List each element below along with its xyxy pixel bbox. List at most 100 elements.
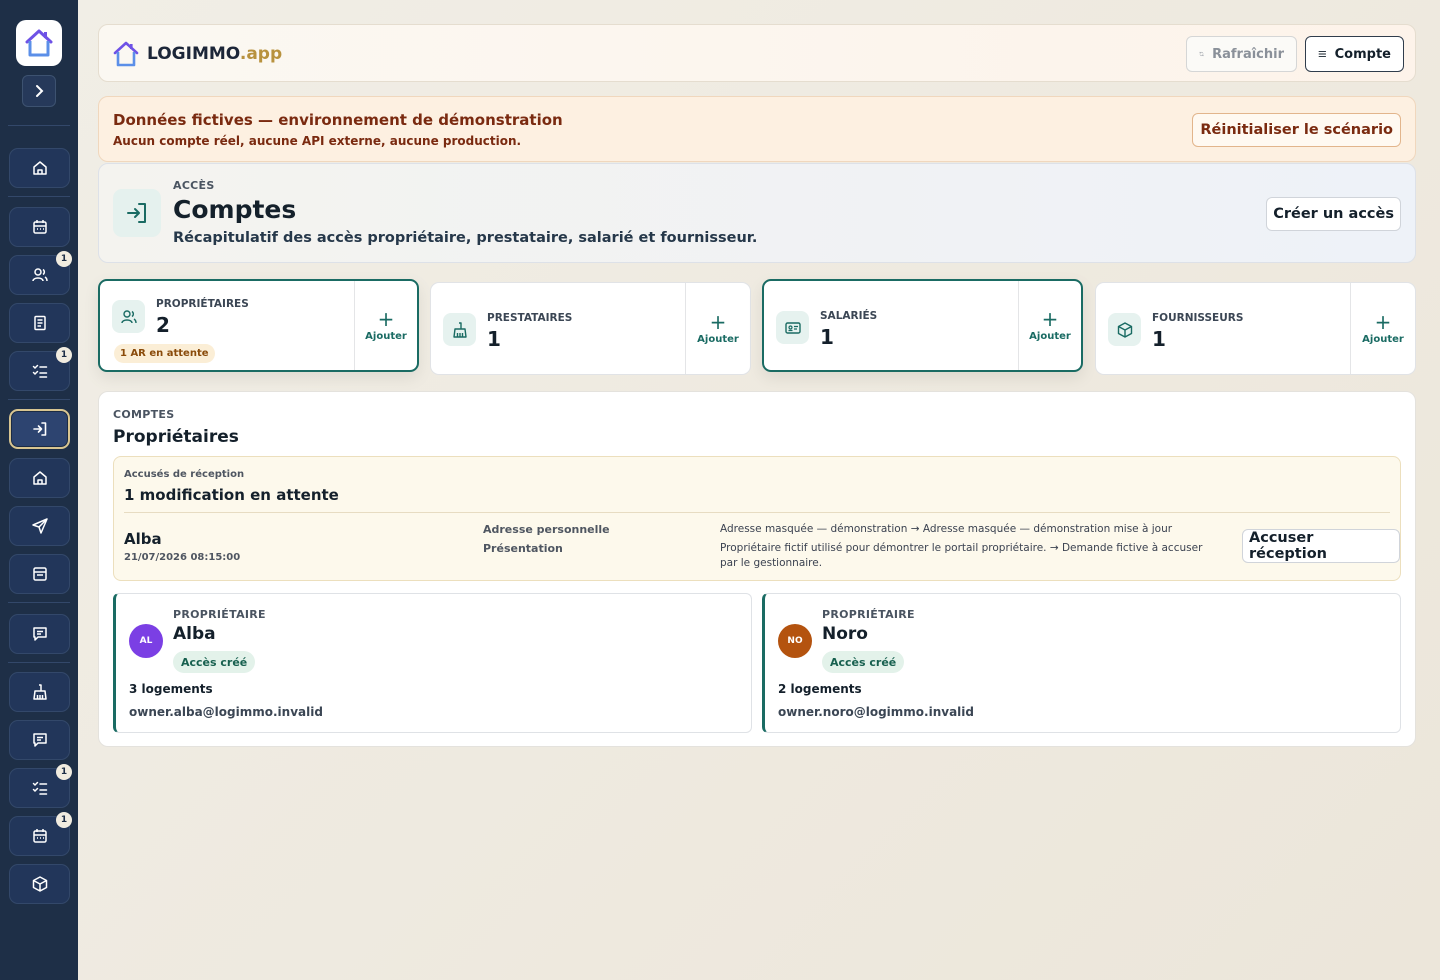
reset-scenario-button[interactable]: Réinitialiser le scénario xyxy=(1192,113,1401,147)
menu-icon xyxy=(1318,51,1327,57)
stat-icon xyxy=(112,300,145,333)
stat-card-employees[interactable]: SALARIÉS 1 + Ajouter xyxy=(762,279,1083,372)
pending-badge: 1 AR en attente xyxy=(114,344,215,363)
box-icon xyxy=(1117,321,1132,338)
sidebar-item-tasks[interactable]: 1 xyxy=(9,347,72,391)
owner-units: 3 logements xyxy=(129,682,213,696)
sidebar-item-planning[interactable]: 1 xyxy=(9,812,72,856)
stat-value: 2 xyxy=(156,313,170,337)
ack-change-text: Propriétaire fictif utilisé pour démontr… xyxy=(720,542,1203,569)
add-label: Ajouter xyxy=(1362,334,1404,345)
owner-role: PROPRIÉTAIRE xyxy=(173,608,266,621)
sidebar-item-cleaning[interactable] xyxy=(9,672,70,712)
section-title: Propriétaires xyxy=(113,427,239,447)
sidebar-expand-button[interactable] xyxy=(22,75,56,107)
brand[interactable]: LOGIMMO.app xyxy=(111,39,282,69)
house-logo-icon xyxy=(25,29,53,57)
login-icon xyxy=(127,203,146,223)
plus-icon: + xyxy=(1374,310,1392,334)
calendar-icon xyxy=(32,829,47,843)
add-owner-button[interactable]: + Ajouter xyxy=(355,281,417,370)
top-bar: LOGIMMO.app Rafraîchir Compte xyxy=(98,24,1416,82)
home-icon xyxy=(32,471,47,485)
sidebar-item-send[interactable] xyxy=(9,506,70,546)
demo-banner-subtitle: Aucun compte réel, aucune API externe, a… xyxy=(113,134,522,148)
stat-label: PRESTATAIRES xyxy=(487,312,573,324)
acknowledge-button[interactable]: Accuser réception xyxy=(1242,529,1400,563)
document-icon xyxy=(33,315,46,331)
sidebar-item-access[interactable] xyxy=(9,409,70,449)
app-logo[interactable] xyxy=(16,20,62,66)
sidebar-item-users[interactable]: 1 xyxy=(9,251,72,295)
stat-card-suppliers[interactable]: FOURNISSEURS 1 + Ajouter xyxy=(1095,282,1416,375)
sidebar-item-calendar[interactable] xyxy=(9,207,70,247)
page-header: ACCÈS Comptes Récapitulatif des accès pr… xyxy=(98,163,1416,263)
ack-owner-name: Alba xyxy=(124,530,162,548)
account-label: Compte xyxy=(1334,46,1391,62)
brand-name: LOGIMMO xyxy=(147,44,240,64)
stat-card-owners[interactable]: PROPRIÉTAIRES 2 1 AR en attente + Ajoute… xyxy=(98,279,419,372)
sidebar-item-suppliers[interactable] xyxy=(9,864,70,904)
sidebar-item-properties[interactable] xyxy=(9,458,70,498)
stat-value: 1 xyxy=(1152,327,1166,351)
message-icon xyxy=(32,627,47,641)
avatar: NO xyxy=(778,624,812,658)
sidebar-divider xyxy=(8,602,70,603)
page-eyebrow: ACCÈS xyxy=(173,179,215,192)
owner-name: Noro xyxy=(822,624,868,644)
demo-banner: Données fictives — environnement de démo… xyxy=(98,96,1416,162)
chevron-right-icon xyxy=(36,85,44,97)
broom-icon xyxy=(32,684,47,700)
refresh-icon xyxy=(1199,51,1204,57)
checklist-icon xyxy=(32,781,47,795)
ack-field-label: Présentation xyxy=(483,542,563,555)
sidebar-item-documents[interactable] xyxy=(9,303,70,343)
stat-value: 1 xyxy=(487,327,501,351)
sidebar-item-checklist[interactable]: 1 xyxy=(9,764,72,808)
sidebar-divider xyxy=(8,196,70,197)
ack-field-label: Adresse personnelle xyxy=(483,523,610,536)
page-icon xyxy=(113,189,161,237)
owner-email: owner.alba@logimmo.invalid xyxy=(129,705,323,719)
sidebar-item-messages[interactable] xyxy=(9,614,70,654)
notification-badge: 1 xyxy=(56,812,72,828)
sidebar-item-home[interactable] xyxy=(9,148,70,188)
id-card-icon xyxy=(784,321,801,334)
notification-badge: 1 xyxy=(56,347,72,363)
add-provider-button[interactable]: + Ajouter xyxy=(686,283,750,374)
refresh-label: Rafraîchir xyxy=(1212,46,1284,62)
demo-banner-title: Données fictives — environnement de démo… xyxy=(113,111,563,129)
status-badge: Accès créé xyxy=(822,651,905,673)
add-label: Ajouter xyxy=(1029,331,1071,342)
checklist-icon xyxy=(32,364,47,378)
sidebar-divider xyxy=(8,125,70,126)
plus-icon: + xyxy=(377,307,395,331)
users-icon xyxy=(31,268,48,282)
sidebar-item-inbox[interactable] xyxy=(9,554,70,594)
owner-card[interactable]: AL PROPRIÉTAIRE Alba Accès créé 3 logeme… xyxy=(113,593,752,733)
add-supplier-button[interactable]: + Ajouter xyxy=(1351,283,1415,374)
create-access-button[interactable]: Créer un accès xyxy=(1266,197,1401,231)
section-eyebrow: COMPTES xyxy=(113,408,175,421)
login-icon xyxy=(32,422,46,436)
account-menu-button[interactable]: Compte xyxy=(1305,36,1404,72)
box-icon xyxy=(32,876,47,892)
refresh-button[interactable]: Rafraîchir xyxy=(1186,36,1297,72)
notification-badge: 1 xyxy=(56,764,72,780)
ack-timestamp: 21/07/2026 08:15:00 xyxy=(124,552,241,563)
house-logo-icon xyxy=(113,41,139,67)
sidebar-item-chat[interactable] xyxy=(9,720,70,760)
stat-label: SALARIÉS xyxy=(820,310,878,322)
add-employee-button[interactable]: + Ajouter xyxy=(1019,281,1081,370)
stat-card-providers[interactable]: PRESTATAIRES 1 + Ajouter xyxy=(430,282,751,375)
users-icon xyxy=(120,309,137,323)
stat-label: PROPRIÉTAIRES xyxy=(156,298,249,310)
ack-divider xyxy=(124,512,1390,513)
brand-tld: .app xyxy=(239,44,283,64)
ack-title: 1 modification en attente xyxy=(124,486,339,504)
plus-icon: + xyxy=(709,310,727,334)
stat-value: 1 xyxy=(820,325,834,349)
stat-icon xyxy=(1108,313,1141,346)
send-icon xyxy=(31,518,48,534)
owner-card[interactable]: NO PROPRIÉTAIRE Noro Accès créé 2 logeme… xyxy=(762,593,1401,733)
